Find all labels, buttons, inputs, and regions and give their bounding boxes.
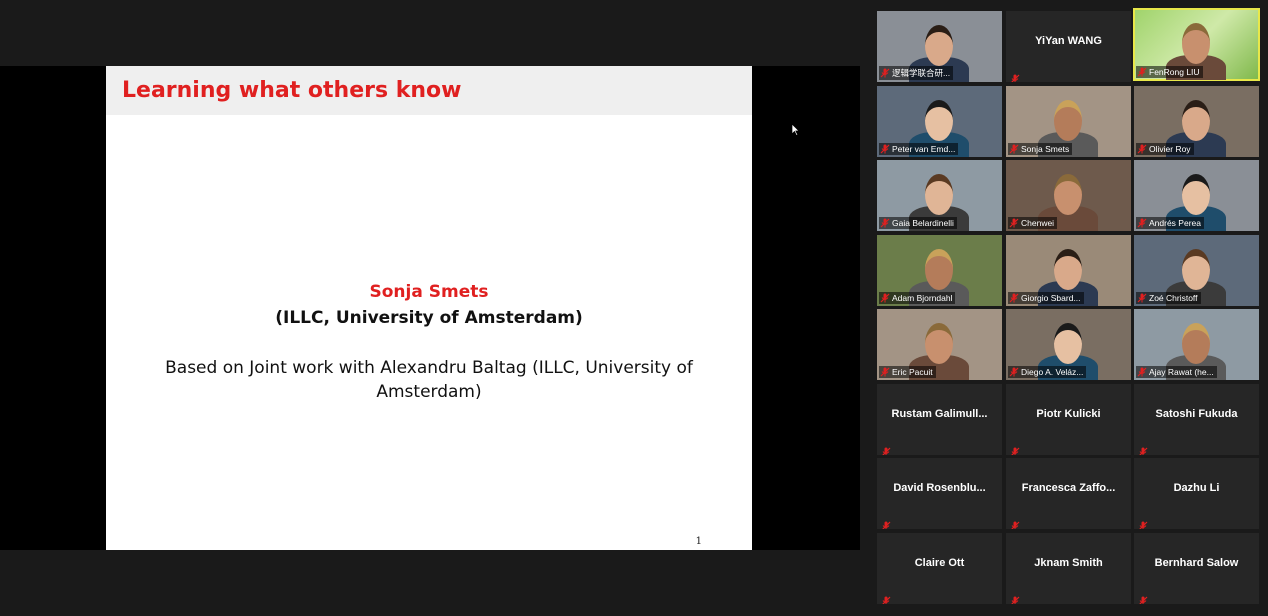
muted-mic-icon (1009, 218, 1019, 228)
participant-name: Piotr Kulicki (1036, 407, 1101, 420)
participant-tile[interactable]: Diego A. Veláz... (1006, 309, 1131, 380)
participant-name: YiYan WANG (1035, 34, 1102, 47)
participant-name-label: Diego A. Veláz... (1008, 366, 1087, 378)
participant-tile[interactable]: Giorgio Sbard... (1006, 235, 1131, 306)
participant-name-label: Olivier Roy (1136, 143, 1194, 155)
participant-tile[interactable]: Olivier Roy (1134, 86, 1259, 157)
muted-mic-icon (1010, 69, 1020, 82)
participant-name: David Rosenblu... (893, 481, 986, 494)
presenter-name: Sonja Smets (369, 282, 489, 302)
muted-mic-icon (1010, 591, 1020, 604)
muted-mic-icon (1138, 442, 1148, 455)
participant-tile[interactable]: Jknam Smith (1006, 533, 1131, 604)
muted-mic-icon (1009, 293, 1019, 303)
participant-name: FenRong LIU (1149, 67, 1200, 77)
muted-mic-icon (1137, 144, 1147, 154)
participant-tile[interactable]: 逻辑学联合研... (877, 11, 1002, 82)
participant-name-label: Zoé Christoff (1136, 292, 1201, 304)
participant-name: Adam Bjorndahl (892, 293, 953, 303)
participant-tile[interactable]: FenRong LIU (1133, 8, 1260, 81)
participant-name: Zoé Christoff (1149, 293, 1198, 303)
slide-header: Learning what others know (106, 66, 752, 115)
participant-tile[interactable]: Andrés Perea (1134, 160, 1259, 231)
muted-mic-icon (880, 144, 890, 154)
participant-name: Bernhard Salow (1154, 556, 1239, 569)
muted-mic-icon (881, 442, 891, 455)
presentation-slide: Learning what others know Sonja Smets (I… (106, 66, 752, 550)
participant-name: Satoshi Fukuda (1155, 407, 1238, 420)
muted-mic-icon (1137, 293, 1147, 303)
participant-name: Gaia Belardinelli (892, 218, 954, 228)
participant-tile[interactable]: Zoé Christoff (1134, 235, 1259, 306)
participant-tile[interactable]: Dazhu Li (1134, 458, 1259, 529)
muted-mic-icon (880, 68, 890, 78)
joint-work-text: Based on Joint work with Alexandru Balta… (165, 358, 693, 402)
participant-name-label: Chenwei (1008, 217, 1058, 229)
muted-mic-icon (1009, 144, 1019, 154)
participant-name-label: Andrés Perea (1136, 217, 1204, 229)
muted-mic-icon (880, 367, 890, 377)
participant-name: Jknam Smith (1034, 556, 1103, 569)
participant-name: Claire Ott (914, 556, 965, 569)
presenter-affiliation: (ILLC, University of Amsterdam) (275, 308, 583, 328)
muted-mic-icon (1009, 367, 1019, 377)
participant-tile[interactable]: Rustam Galimull... (877, 384, 1002, 455)
participant-name: Eric Pacuit (892, 367, 933, 377)
slide-title: Learning what others know (122, 78, 462, 103)
participant-name: Dazhu Li (1173, 481, 1220, 494)
participant-tile[interactable]: Ajay Rawat (he... (1134, 309, 1259, 380)
participant-name-label: Giorgio Sbard... (1008, 292, 1084, 304)
participant-name-label: Sonja Smets (1008, 143, 1073, 155)
muted-mic-icon (880, 218, 890, 228)
participant-name-label: Peter van Emd... (879, 143, 959, 155)
participant-tile[interactable]: Francesca Zaffo... (1006, 458, 1131, 529)
muted-mic-icon (1137, 67, 1147, 77)
participant-tile[interactable]: YiYan WANG (1006, 11, 1131, 82)
muted-mic-icon (1138, 516, 1148, 529)
participant-name: Peter van Emd... (892, 144, 956, 154)
participant-tile[interactable]: Peter van Emd... (877, 86, 1002, 157)
participant-tile[interactable]: Sonja Smets (1006, 86, 1131, 157)
muted-mic-icon (1010, 442, 1020, 455)
participant-name: Diego A. Veláz... (1021, 367, 1084, 377)
participant-name-label: Eric Pacuit (879, 366, 936, 378)
participant-name: Sonja Smets (1021, 144, 1070, 154)
participant-tile[interactable]: Bernhard Salow (1134, 533, 1259, 604)
participant-tile[interactable]: David Rosenblu... (877, 458, 1002, 529)
mouse-cursor-icon (792, 124, 800, 136)
muted-mic-icon (1010, 516, 1020, 529)
participant-name-label: Adam Bjorndahl (879, 292, 956, 304)
participant-name-label: FenRong LIU (1136, 66, 1203, 78)
participant-tile[interactable]: Chenwei (1006, 160, 1131, 231)
muted-mic-icon (881, 591, 891, 604)
participant-name: Andrés Perea (1149, 218, 1201, 228)
participant-name: Rustam Galimull... (891, 407, 988, 420)
muted-mic-icon (1137, 367, 1147, 377)
participant-name: Ajay Rawat (he... (1149, 367, 1214, 377)
shared-screen: Learning what others know Sonja Smets (I… (0, 66, 860, 550)
participant-name: Francesca Zaffo... (1021, 481, 1116, 494)
muted-mic-icon (1138, 591, 1148, 604)
participant-tile[interactable]: Eric Pacuit (877, 309, 1002, 380)
participant-name: Olivier Roy (1149, 144, 1191, 154)
muted-mic-icon (880, 293, 890, 303)
participant-name-label: Gaia Belardinelli (879, 217, 957, 229)
participant-tile[interactable]: Piotr Kulicki (1006, 384, 1131, 455)
muted-mic-icon (1137, 218, 1147, 228)
participant-name-label: 逻辑学联合研... (879, 66, 954, 80)
participant-name: 逻辑学联合研... (892, 68, 951, 78)
muted-mic-icon (881, 516, 891, 529)
participant-name: Chenwei (1021, 218, 1055, 228)
participant-tile[interactable]: Claire Ott (877, 533, 1002, 604)
participant-tile[interactable]: Gaia Belardinelli (877, 160, 1002, 231)
participant-name-label: Ajay Rawat (he... (1136, 366, 1217, 378)
slide-page-number: 1 (695, 536, 702, 547)
participant-name: Giorgio Sbard... (1021, 293, 1081, 303)
participant-tile[interactable]: Adam Bjorndahl (877, 235, 1002, 306)
participant-tile[interactable]: Satoshi Fukuda (1134, 384, 1259, 455)
